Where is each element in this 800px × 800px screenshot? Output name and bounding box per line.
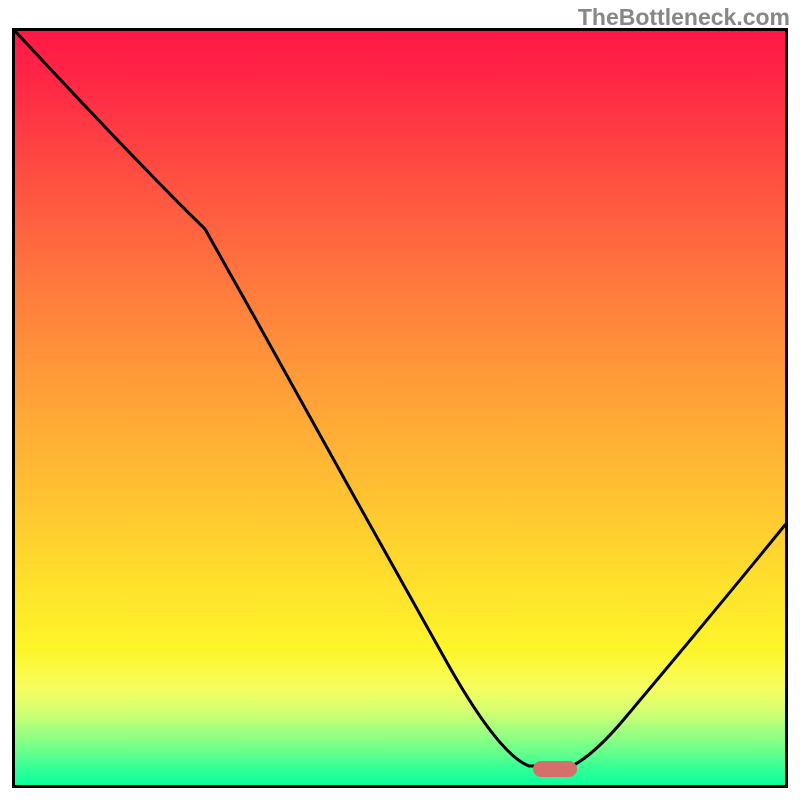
chart-svg bbox=[15, 31, 785, 785]
chart-frame bbox=[12, 28, 788, 788]
curve-path bbox=[15, 31, 785, 766]
marker bbox=[533, 761, 577, 777]
branding: TheBottleneck.com bbox=[578, 4, 790, 31]
